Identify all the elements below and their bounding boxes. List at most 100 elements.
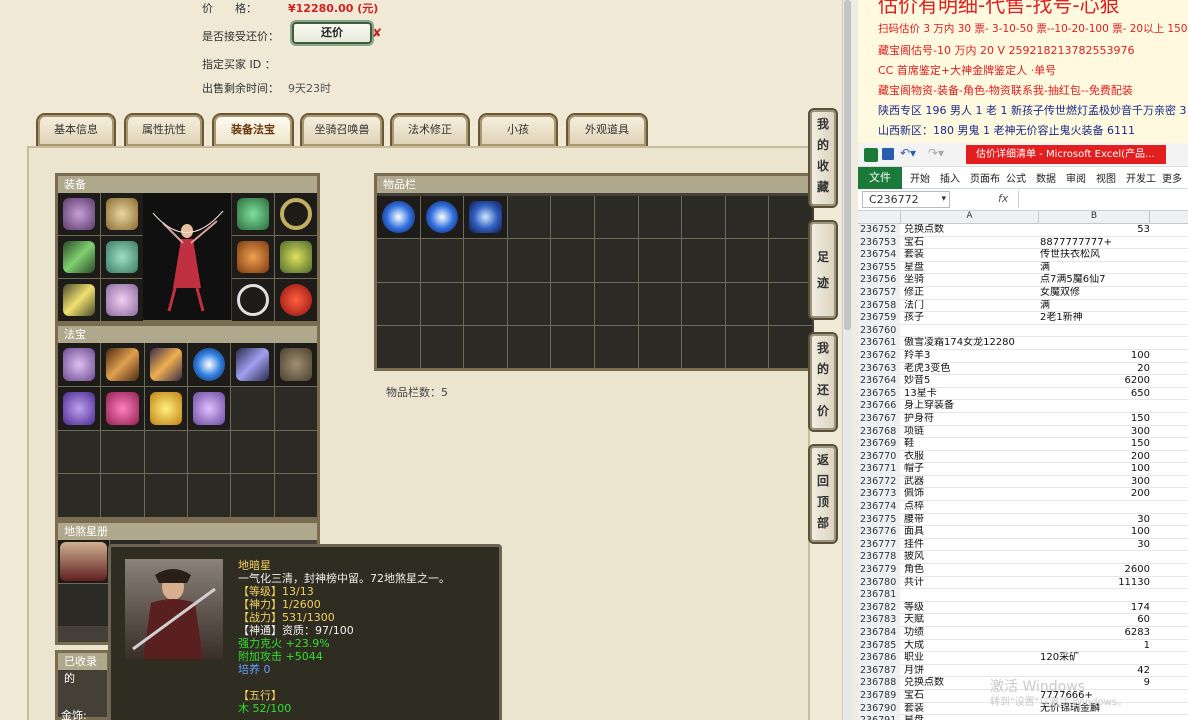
cell-a[interactable]: 星盘 <box>904 715 1038 720</box>
equip-slot[interactable] <box>58 279 100 321</box>
cell-a[interactable]: 等级 <box>904 602 1038 615</box>
inventory-slot[interactable] <box>551 282 594 325</box>
row-number[interactable]: 236753 <box>858 236 900 250</box>
cell-a[interactable]: 身上穿装备 <box>904 400 1038 413</box>
cell-b[interactable]: 100 <box>1040 526 1150 539</box>
inventory-slot[interactable] <box>464 239 507 282</box>
cell-a[interactable]: 妙音5 <box>904 375 1038 388</box>
cell-a[interactable]: 面具 <box>904 526 1038 539</box>
inventory-slot[interactable] <box>377 239 420 282</box>
inventory-slot[interactable] <box>377 325 420 368</box>
cell-a[interactable]: 功绩 <box>904 627 1038 640</box>
inventory-slot[interactable] <box>551 196 594 239</box>
inventory-slot[interactable] <box>769 282 812 325</box>
row-number[interactable]: 236785 <box>858 639 900 653</box>
star-slot[interactable] <box>58 583 109 626</box>
inventory-slot[interactable] <box>464 325 507 368</box>
treasure-slot[interactable] <box>187 386 231 430</box>
inventory-slot[interactable] <box>638 196 682 239</box>
row-number[interactable]: 236773 <box>858 488 900 502</box>
inventory-slot[interactable] <box>594 282 638 325</box>
cell-b[interactable]: 30 <box>1040 539 1150 552</box>
cell-b[interactable]: 点7满5魔6仙7 <box>1040 274 1150 287</box>
my-favorites-button[interactable]: 我的收藏 <box>808 108 838 208</box>
row-number[interactable]: 236757 <box>858 286 900 300</box>
tab-mounts-pets[interactable]: 坐骑召唤兽 <box>300 113 384 146</box>
equip-slot[interactable] <box>101 279 143 321</box>
treasure-slot[interactable] <box>187 474 231 517</box>
tab-review[interactable]: 审阅 <box>1066 170 1086 185</box>
inventory-slot[interactable] <box>594 239 638 282</box>
cell-b[interactable]: 8877777777+ <box>1040 237 1150 250</box>
star-slot[interactable] <box>58 540 109 583</box>
cell-a[interactable]: 法门 <box>904 300 1038 313</box>
cell-b[interactable]: 650 <box>1040 388 1150 401</box>
equip-slot[interactable] <box>232 279 274 321</box>
cell-b[interactable]: 11130 <box>1040 577 1150 590</box>
row-number[interactable]: 236754 <box>858 249 900 262</box>
row-number[interactable]: 236775 <box>858 513 900 527</box>
treasure-slot[interactable] <box>187 343 231 386</box>
row-number[interactable]: 236788 <box>858 677 900 690</box>
tab-page-layout[interactable]: 页面布 <box>970 170 1000 185</box>
chevron-down-icon[interactable]: ▾ <box>941 192 946 207</box>
cell-a[interactable]: 鞋 <box>904 438 1038 451</box>
treasure-slot[interactable] <box>101 430 144 474</box>
row-number[interactable]: 236772 <box>858 475 900 489</box>
inventory-slot[interactable] <box>551 325 594 368</box>
tab-equipment[interactable]: 装备法宝 <box>212 113 294 146</box>
cell-b[interactable]: 6200 <box>1040 375 1150 388</box>
row-number[interactable]: 236758 <box>858 299 900 313</box>
equip-slot[interactable] <box>275 279 317 321</box>
cell-a[interactable]: 13星卡 <box>904 388 1038 401</box>
row-number[interactable]: 236756 <box>858 274 900 287</box>
treasure-slot[interactable] <box>231 474 274 517</box>
inventory-slot[interactable] <box>682 196 725 239</box>
treasure-slot[interactable] <box>144 430 187 474</box>
scrollbar[interactable] <box>842 0 852 720</box>
inventory-slot[interactable] <box>594 196 638 239</box>
inventory-slot[interactable] <box>377 282 420 325</box>
treasure-slot[interactable] <box>274 474 317 517</box>
inventory-slot[interactable] <box>420 239 464 282</box>
equip-slot[interactable] <box>101 236 143 278</box>
cell-a[interactable]: 星盘 <box>904 262 1038 275</box>
treasure-slot[interactable] <box>187 430 231 474</box>
cell-a[interactable]: 角色 <box>904 564 1038 577</box>
cell-a[interactable]: 项链 <box>904 426 1038 439</box>
row-number[interactable]: 236768 <box>858 425 900 439</box>
cell-a[interactable]: 老虎3变色 <box>904 363 1038 376</box>
cell-a[interactable]: 傲雪凌霜174女龙12280 <box>904 337 1038 350</box>
treasure-slot[interactable] <box>58 343 101 386</box>
cell-a[interactable]: 衣服 <box>904 451 1038 464</box>
row-number[interactable]: 236763 <box>858 362 900 376</box>
tab-more[interactable]: 更多 <box>1162 170 1182 185</box>
equip-slot[interactable] <box>275 193 317 235</box>
cell-b[interactable]: 53 <box>1040 224 1150 237</box>
cell-a[interactable]: 帽子 <box>904 463 1038 476</box>
row-number[interactable]: 236784 <box>858 627 900 640</box>
row-number[interactable]: 236760 <box>858 324 900 338</box>
inventory-slot[interactable] <box>420 325 464 368</box>
cell-b[interactable]: 传世扶衣松风 <box>1040 249 1150 262</box>
my-counter-offers-button[interactable]: 我的还价 <box>808 332 838 432</box>
inventory-slot[interactable] <box>507 196 551 239</box>
column-a-header[interactable]: A <box>900 211 1038 224</box>
cell-a[interactable]: 武器 <box>904 476 1038 489</box>
cell-b[interactable]: 150 <box>1040 413 1150 426</box>
tab-attributes[interactable]: 属性抗性 <box>124 113 204 146</box>
cell-a[interactable]: 挂件 <box>904 539 1038 552</box>
column-b-header[interactable]: B <box>1038 211 1150 224</box>
inventory-slot[interactable] <box>725 282 769 325</box>
cell-a[interactable]: 护身符 <box>904 413 1038 426</box>
row-number[interactable]: 236789 <box>858 689 900 703</box>
fx-icon[interactable]: fx <box>998 192 1008 205</box>
inventory-slot[interactable] <box>638 325 682 368</box>
inventory-slot[interactable] <box>464 196 507 239</box>
inventory-slot[interactable] <box>725 196 769 239</box>
undo-icon[interactable]: ↶▾ <box>900 146 916 160</box>
back-to-top-button[interactable]: 返回顶部 <box>808 444 838 544</box>
treasure-slot[interactable] <box>274 343 317 386</box>
cell-b[interactable]: 100 <box>1040 463 1150 476</box>
treasure-slot[interactable] <box>274 430 317 474</box>
